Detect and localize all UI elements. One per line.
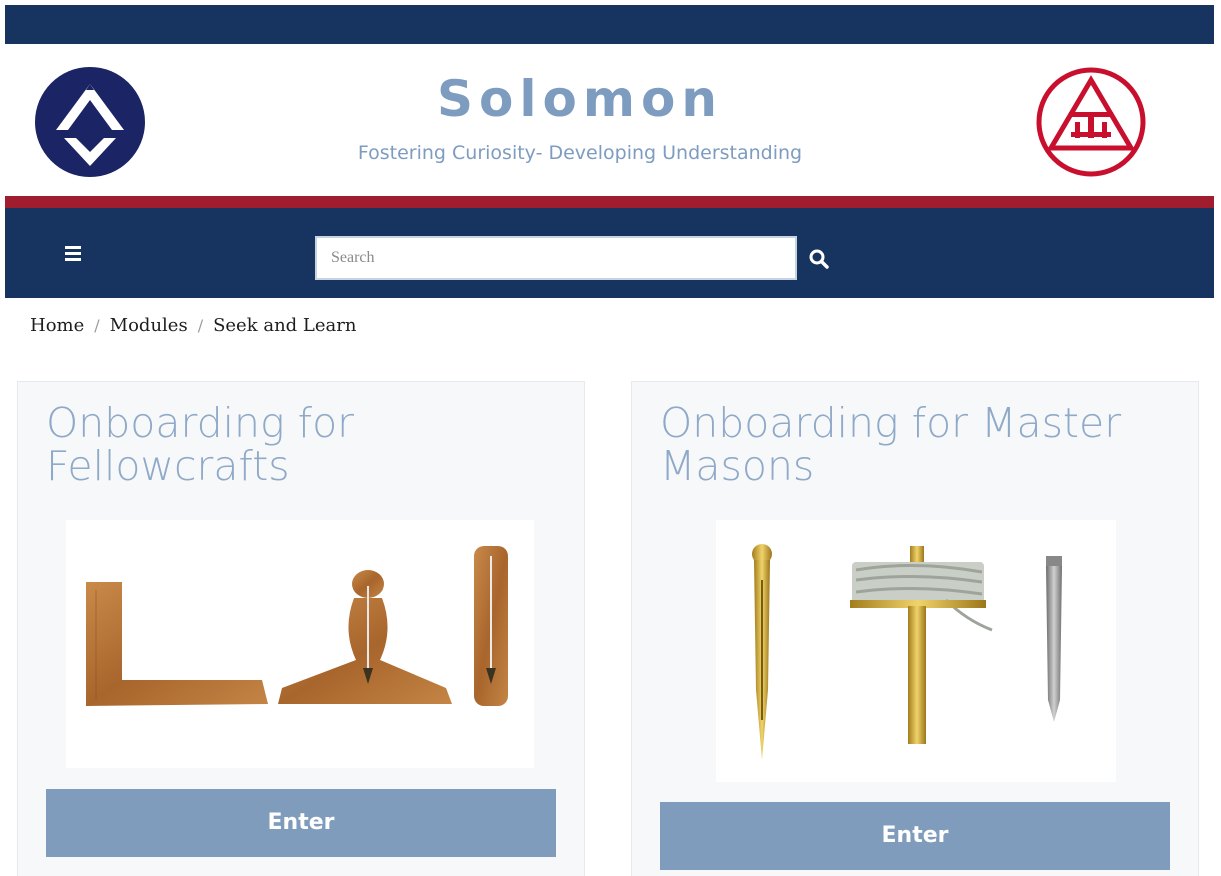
nav-bar [5,208,1214,298]
site-header: Solomon Fostering Curiosity- Developing … [5,44,1214,196]
module-card-fellowcrafts: Onboarding for Fellowcrafts Enter [17,381,585,876]
triple-tau-logo-icon[interactable] [1035,66,1147,178]
breadcrumb-separator: / [197,316,204,335]
top-bar [5,5,1214,44]
breadcrumb: Home / Modules / Seek and Learn [30,315,356,336]
breadcrumb-separator: / [94,316,100,335]
search-input[interactable] [315,236,797,280]
breadcrumb-modules[interactable]: Modules [110,315,188,336]
master-mason-tools-image[interactable] [716,520,1116,782]
site-title[interactable]: Solomon [5,70,1155,128]
module-card-master-masons: Onboarding for Master Masons Enter [631,381,1199,876]
fellowcraft-tools-image[interactable] [66,520,534,768]
enter-button[interactable]: Enter [660,802,1170,870]
header-red-stripe [5,196,1214,208]
card-title[interactable]: Onboarding for Master Masons [660,402,1180,488]
hamburger-menu-icon[interactable] [63,242,87,264]
enter-button[interactable]: Enter [46,789,556,857]
card-title[interactable]: Onboarding for Fellowcrafts [46,402,566,488]
site-tagline: Fostering Curiosity- Developing Understa… [357,142,803,164]
breadcrumb-home[interactable]: Home [30,315,84,336]
search-icon[interactable] [807,247,831,271]
breadcrumb-current: Seek and Learn [213,315,357,336]
